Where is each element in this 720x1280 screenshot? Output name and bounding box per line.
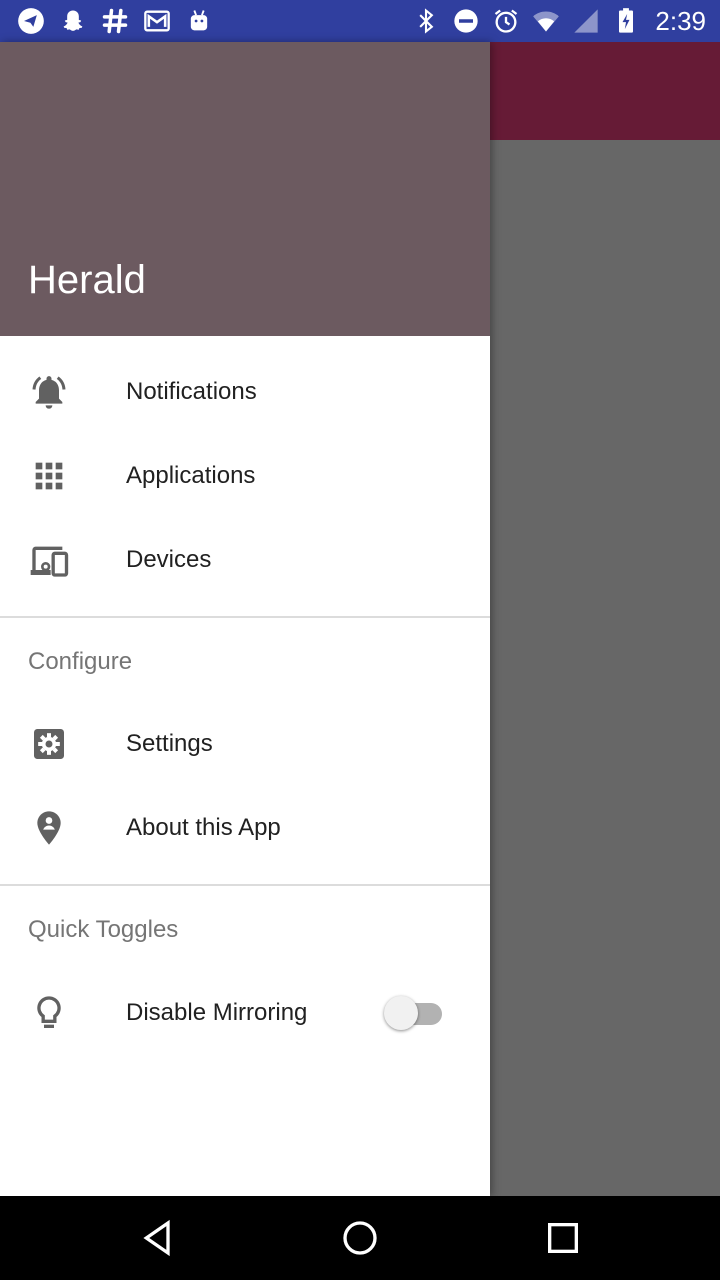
system-icons: 2:39 xyxy=(411,6,706,36)
devices-icon xyxy=(28,539,70,581)
section-header-quick-toggles: Quick Toggles xyxy=(28,916,179,943)
divider xyxy=(0,884,490,886)
navigation-bar xyxy=(0,1196,720,1280)
app-toolbar[interactable] xyxy=(490,42,720,140)
bell-ring-icon xyxy=(28,371,70,413)
wifi-icon xyxy=(531,6,561,36)
alarm-icon xyxy=(491,6,521,36)
gmail-icon xyxy=(142,6,172,36)
home-icon[interactable] xyxy=(338,1216,382,1260)
clock-time: 2:39 xyxy=(655,5,706,36)
menu-item-notifications[interactable]: Notifications xyxy=(0,350,490,434)
drawer-header: Herald xyxy=(0,42,490,336)
disable-mirroring-switch[interactable] xyxy=(384,996,444,1030)
lightbulb-icon xyxy=(28,992,70,1034)
screen: 2:39 Herald Notifications Applications D… xyxy=(0,0,720,1280)
android-icon xyxy=(184,6,214,36)
navigation-drawer: Herald Notifications Applications Device… xyxy=(0,42,490,1196)
menu-item-label: Disable Mirroring xyxy=(126,999,308,1026)
bluetooth-icon xyxy=(411,6,441,36)
menu-item-applications[interactable]: Applications xyxy=(0,434,490,518)
battery-charging-icon xyxy=(611,6,641,36)
menu-item-disable-mirroring[interactable]: Disable Mirroring xyxy=(0,971,490,1055)
drawer-scrim[interactable] xyxy=(490,140,720,1196)
drawer-title: Herald xyxy=(28,258,146,302)
menu-item-label: About this App xyxy=(126,814,281,841)
menu-item-label: Applications xyxy=(126,462,256,489)
divider xyxy=(0,616,490,618)
location-person-icon xyxy=(28,807,70,849)
status-bar: 2:39 xyxy=(0,0,720,42)
slack-icon xyxy=(100,6,130,36)
menu-item-label: Notifications xyxy=(126,378,257,405)
menu-item-about[interactable]: About this App xyxy=(0,786,490,870)
snapchat-icon xyxy=(58,6,88,36)
menu-item-label: Devices xyxy=(126,546,212,573)
recents-icon[interactable] xyxy=(541,1216,585,1260)
section-header-configure: Configure xyxy=(28,648,133,675)
signal-icon xyxy=(571,6,601,36)
switch-thumb xyxy=(384,996,418,1030)
apps-grid-icon xyxy=(28,455,70,497)
menu-item-label: Settings xyxy=(126,730,213,757)
settings-icon xyxy=(28,723,70,765)
notification-icons xyxy=(16,6,214,36)
telegram-icon xyxy=(16,6,46,36)
back-icon[interactable] xyxy=(136,1216,180,1260)
menu-item-settings[interactable]: Settings xyxy=(0,702,490,786)
do-not-disturb-icon xyxy=(451,6,481,36)
menu-item-devices[interactable]: Devices xyxy=(0,518,490,602)
